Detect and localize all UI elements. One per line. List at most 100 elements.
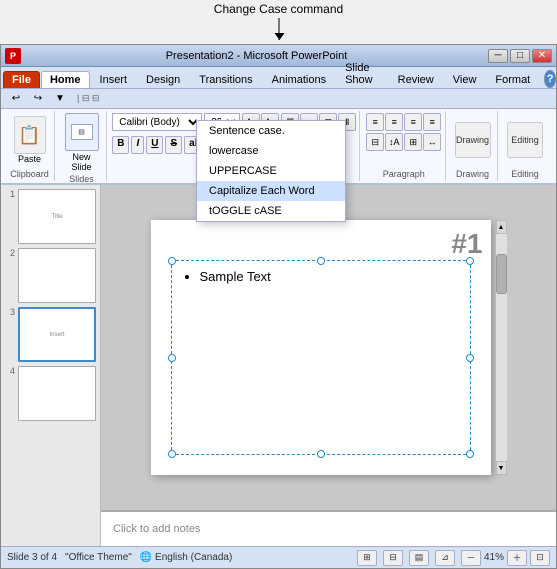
- theme-info: "Office Theme": [65, 552, 132, 563]
- notes-area[interactable]: Click to add notes: [101, 510, 556, 546]
- slide-number-4: 4: [5, 366, 15, 376]
- bold-button[interactable]: B: [112, 136, 129, 154]
- underline-button[interactable]: U: [146, 136, 163, 154]
- clipboard-content: 📋 Paste: [10, 113, 50, 167]
- tab-view[interactable]: View: [444, 71, 486, 88]
- slide-thumb-1[interactable]: 1 Title: [5, 189, 96, 244]
- tab-file[interactable]: File: [3, 71, 40, 88]
- view-normal-button[interactable]: ⊞: [357, 550, 377, 566]
- tab-home[interactable]: Home: [41, 71, 90, 88]
- slides-content: ▤ NewSlide: [65, 113, 99, 172]
- view-slideshow-button[interactable]: ⊿: [435, 550, 455, 566]
- tab-review[interactable]: Review: [389, 71, 443, 88]
- annotation-arrow: [278, 18, 279, 40]
- text-box-content: Sample Text: [172, 261, 470, 292]
- handle-top-middle[interactable]: [317, 257, 325, 265]
- quick-access-toolbar: ↩ ↪ ▼ | ⊟ ⊟: [1, 89, 556, 109]
- view-reading-button[interactable]: ▤: [409, 550, 429, 566]
- close-button[interactable]: ✕: [532, 49, 552, 63]
- window-title: Presentation2 - Microsoft PowerPoint: [25, 50, 488, 62]
- font-name-select[interactable]: Calibri (Body): [112, 113, 202, 131]
- tab-design[interactable]: Design: [137, 71, 189, 88]
- slide-number-1: 1: [5, 189, 15, 199]
- slide-thumbnail-1[interactable]: Title: [18, 189, 96, 244]
- zoom-out-button[interactable]: －: [461, 550, 481, 566]
- tab-slideshow[interactable]: Slide Show: [336, 59, 388, 88]
- capitalize-each-word-item[interactable]: Capitalize Each Word: [197, 181, 345, 201]
- handle-middle-left[interactable]: [168, 354, 176, 362]
- redo-button[interactable]: ↪: [29, 91, 47, 107]
- justify-button[interactable]: ≡: [423, 113, 441, 131]
- slide-thumb-4[interactable]: 4: [5, 366, 96, 421]
- align-right-button[interactable]: ≡: [404, 113, 422, 131]
- uppercase-item[interactable]: UPPERCASE: [197, 161, 345, 181]
- scroll-up-button[interactable]: ▲: [496, 220, 507, 234]
- tab-transitions[interactable]: Transitions: [190, 71, 261, 88]
- paste-label: Paste: [18, 154, 41, 164]
- tab-insert[interactable]: Insert: [91, 71, 137, 88]
- slide-thumb-2[interactable]: 2: [5, 248, 96, 303]
- new-slide-button[interactable]: ▤ NewSlide: [65, 113, 99, 172]
- language-info: 🌐 English (Canada): [140, 552, 233, 563]
- editing-button[interactable]: Editing: [507, 122, 543, 158]
- slides-label: Slides: [69, 172, 94, 184]
- ribbon-group-editing: Editing Editing: [500, 111, 550, 181]
- undo-button[interactable]: ↩: [7, 91, 25, 107]
- ribbon-group-drawing: Drawing Drawing: [448, 111, 498, 181]
- slide-thumbnail-4[interactable]: [18, 366, 96, 421]
- text-box[interactable]: Sample Text: [171, 260, 471, 455]
- sentence-case-item[interactable]: Sentence case.: [197, 121, 345, 141]
- maximize-button[interactable]: □: [510, 49, 530, 63]
- handle-bottom-left[interactable]: [168, 450, 176, 458]
- view-slide-sorter-button[interactable]: ⊟: [383, 550, 403, 566]
- slide-canvas-area: #1 Sample Text: [101, 185, 556, 510]
- ribbon-group-paragraph: ≡ ≡ ≡ ≡ ⊟ ↕A ⊞ ↔ Paragraph: [362, 111, 446, 181]
- vertical-scrollbar[interactable]: ▲ ▼: [495, 220, 507, 475]
- handle-top-right[interactable]: [466, 257, 474, 265]
- smartart-button[interactable]: ⊞: [404, 133, 422, 151]
- annotation-text: Change Case command: [214, 2, 343, 16]
- toggle-case-item[interactable]: tOGGLE cASE: [197, 201, 345, 221]
- lowercase-item[interactable]: lowercase: [197, 141, 345, 161]
- scroll-thumb[interactable]: [496, 254, 507, 294]
- new-slide-icon: ▤: [65, 113, 99, 151]
- fit-window-button[interactable]: ⊡: [530, 550, 550, 566]
- handle-middle-right[interactable]: [466, 354, 474, 362]
- slide-number-3: 3: [5, 307, 15, 317]
- align-left-button[interactable]: ≡: [366, 113, 384, 131]
- columns-button[interactable]: ⊟: [366, 133, 384, 151]
- annotation: Change Case command: [0, 0, 557, 44]
- zoom-in-button[interactable]: ＋: [507, 550, 527, 566]
- qat-dropdown-button[interactable]: ▼: [51, 91, 69, 107]
- slide-info: Slide 3 of 4: [7, 552, 57, 563]
- convert-button[interactable]: ↔: [423, 133, 441, 151]
- bullet-item-1: Sample Text: [200, 269, 458, 284]
- handle-top-left[interactable]: [168, 257, 176, 265]
- italic-button[interactable]: I: [131, 136, 144, 154]
- ribbon-group-clipboard: 📋 Paste Clipboard: [5, 111, 55, 181]
- slide-thumbnail-3[interactable]: Insert: [18, 307, 96, 362]
- slide-1-label: Title: [51, 214, 62, 220]
- slide-main-area: #1 Sample Text: [101, 185, 556, 546]
- paste-button[interactable]: 📋 Paste: [10, 116, 50, 164]
- para-row-2: ⊟ ↕A ⊞ ↔: [366, 133, 441, 151]
- status-bar: Slide 3 of 4 "Office Theme" 🌐 English (C…: [1, 546, 556, 568]
- slide-canvas[interactable]: #1 Sample Text: [151, 220, 491, 475]
- slide-number-label: #1: [451, 228, 482, 260]
- help-button[interactable]: ?: [544, 70, 556, 88]
- tab-animations[interactable]: Animations: [263, 71, 335, 88]
- handle-bottom-right[interactable]: [466, 450, 474, 458]
- text-direction-button[interactable]: ↕A: [385, 133, 403, 151]
- slide-thumbnail-2[interactable]: [18, 248, 96, 303]
- zoom-level: 41%: [484, 552, 504, 563]
- slide-thumb-3[interactable]: 3 Insert: [5, 307, 96, 362]
- handle-bottom-middle[interactable]: [317, 450, 325, 458]
- tab-format[interactable]: Format: [486, 71, 539, 88]
- strikethrough-button[interactable]: S: [165, 136, 182, 154]
- drawing-button[interactable]: Drawing: [455, 122, 491, 158]
- align-center-button[interactable]: ≡: [385, 113, 403, 131]
- minimize-button[interactable]: ─: [488, 49, 508, 63]
- ribbon-tabs: File Home Insert Design Transitions Anim…: [1, 67, 556, 89]
- scroll-down-button[interactable]: ▼: [496, 461, 507, 475]
- zoom-controls: － 41% ＋ ⊡: [461, 550, 550, 566]
